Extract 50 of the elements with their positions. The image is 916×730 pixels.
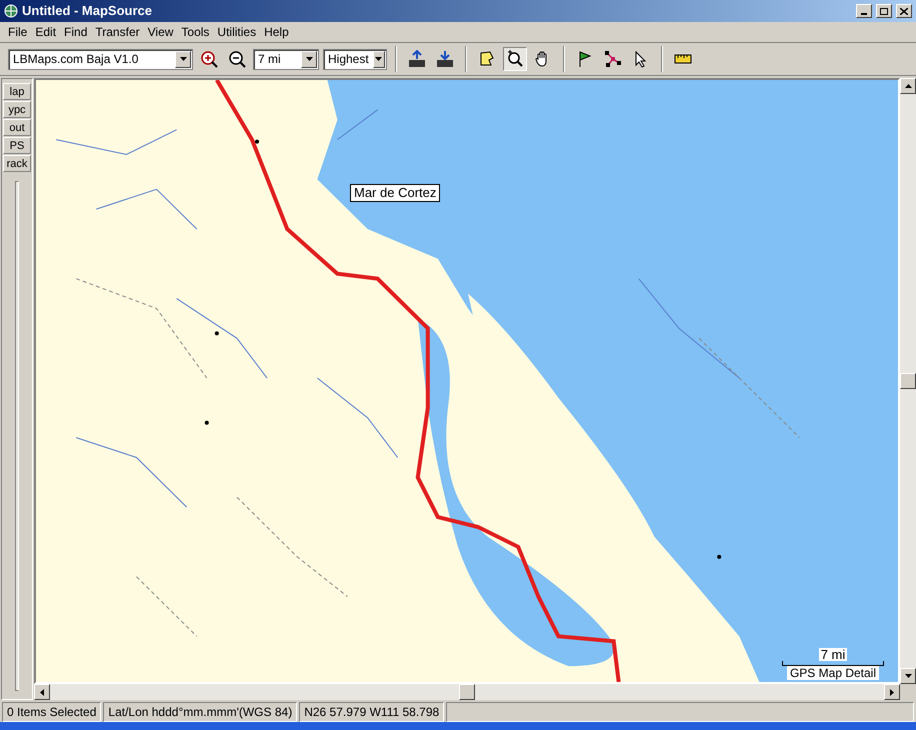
- detail-dropdown[interactable]: Highest: [323, 48, 387, 70]
- menu-item[interactable]: View: [144, 23, 178, 41]
- menu-item[interactable]: Help: [260, 23, 293, 41]
- scroll-thumb[interactable]: [900, 373, 916, 389]
- menu-item[interactable]: File: [4, 23, 32, 41]
- right-arrow-icon: [890, 688, 894, 696]
- scroll-left-button[interactable]: [34, 684, 50, 700]
- zoom-out-icon: [228, 50, 246, 68]
- horizontal-scrollbar[interactable]: [34, 684, 900, 700]
- vertical-scrollbar[interactable]: [900, 78, 916, 684]
- side-tab[interactable]: rack: [3, 155, 31, 172]
- maximize-icon: [880, 8, 888, 14]
- product-dropdown[interactable]: LBMaps.com Baja V1.0: [8, 48, 193, 70]
- scroll-right-button[interactable]: [884, 684, 900, 700]
- left-arrow-icon: [40, 688, 44, 696]
- map-tooltip: Mar de Cortez: [350, 184, 440, 202]
- scale-dropdown[interactable]: 7 mi: [253, 48, 319, 70]
- side-tab[interactable]: out: [3, 119, 31, 136]
- minimize-button[interactable]: [856, 4, 872, 18]
- close-icon: [900, 8, 908, 14]
- close-button[interactable]: [896, 4, 912, 18]
- zoom-icon: [506, 50, 524, 68]
- menu-item[interactable]: Utilities: [213, 23, 260, 41]
- status-bar-field: N26 57.979 W111 58.798: [299, 702, 444, 722]
- window-title: Untitled - MapSource: [22, 2, 154, 20]
- scroll-down-button[interactable]: [900, 668, 916, 684]
- side-tab[interactable]: PS: [3, 137, 31, 154]
- map-icon: [478, 50, 496, 68]
- scroll-thumb[interactable]: [459, 684, 475, 700]
- status-bar-field: 0 Items Selected: [2, 702, 102, 722]
- up-arrow-icon: [904, 84, 912, 88]
- slider-track[interactable]: [15, 181, 19, 691]
- down-arrow-icon: [904, 674, 912, 678]
- scale-label: 7 mi: [818, 648, 848, 661]
- map-detail-label: GPS Map Detail: [786, 666, 880, 680]
- status-bar-field: Lat/Lon hddd°mm.mmm'(WGS 84): [103, 702, 298, 722]
- side-tab[interactable]: lap: [3, 83, 31, 100]
- maximize-button[interactable]: [876, 4, 892, 18]
- menu-item[interactable]: Edit: [31, 23, 60, 41]
- zoom-tool-button[interactable]: [503, 47, 527, 71]
- zoom-in-icon: [200, 50, 218, 68]
- menu-item[interactable]: Tools: [177, 23, 214, 41]
- menu-item[interactable]: Find: [60, 23, 92, 41]
- device-download-icon: [435, 50, 455, 68]
- route-icon: [604, 50, 622, 68]
- menu-item[interactable]: Transfer: [91, 23, 144, 41]
- globe-icon: [4, 4, 18, 18]
- device-upload-icon: [407, 50, 427, 68]
- side-tab[interactable]: ypc: [3, 101, 31, 118]
- scroll-up-button[interactable]: [900, 78, 916, 94]
